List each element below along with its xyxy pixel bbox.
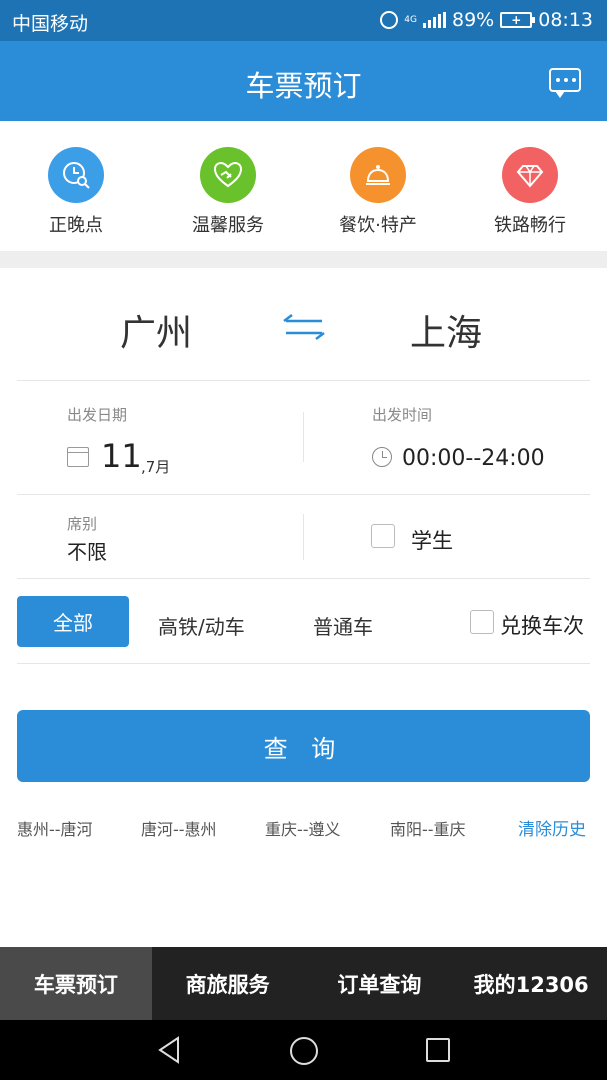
student-label[interactable]: 学生 (411, 525, 453, 555)
diamond-icon (502, 147, 558, 203)
history-item[interactable]: 南阳--重庆 (390, 816, 466, 840)
system-nav-bar (0, 1020, 607, 1080)
status-bar: 中国移动 4G 89% + 08:13 (0, 0, 607, 41)
route-selector: 广州 上海 (0, 268, 607, 380)
alarm-icon (380, 11, 399, 29)
tab-my-12306[interactable]: 我的12306 (455, 947, 607, 1020)
bottom-nav: 车票预订 商旅服务 订单查询 我的12306 (0, 947, 607, 1020)
battery-percent: 89% (452, 9, 495, 31)
filter-all-button[interactable]: 全部 (17, 596, 129, 647)
time-label: 出发时间 (372, 406, 433, 424)
seat-label: 席别 (67, 515, 98, 533)
from-city[interactable]: 广州 (120, 304, 192, 356)
query-button[interactable]: 查 询 (17, 710, 590, 782)
exchange-label[interactable]: 兑换车次 (500, 610, 584, 640)
history-item[interactable]: 惠州--唐河 (17, 816, 93, 840)
quick-link-railway[interactable]: 铁路畅行 (455, 147, 605, 237)
tab-ticket-booking[interactable]: 车票预订 (0, 947, 152, 1020)
clock-time: 08:13 (538, 9, 593, 31)
divider (303, 514, 304, 560)
date-day[interactable]: 11 (101, 437, 142, 475)
battery-icon: + (500, 12, 536, 28)
history-item[interactable]: 重庆--遵义 (265, 816, 341, 840)
time-range[interactable]: 00:00--24:00 (402, 446, 545, 471)
quick-link-label: 正晚点 (49, 215, 103, 236)
student-checkbox[interactable] (371, 524, 395, 548)
quick-link-label: 铁路畅行 (494, 215, 566, 236)
quick-links: 正晚点 温馨服务 餐饮·特产 铁路畅行 (0, 121, 607, 251)
clock-icon (372, 447, 392, 467)
filter-high-speed[interactable]: 高铁/动车 (158, 611, 245, 640)
to-city[interactable]: 上海 (410, 304, 482, 356)
title-bar: 车票预订 (0, 41, 607, 121)
divider (17, 380, 590, 381)
history-item[interactable]: 唐河--惠州 (141, 816, 217, 840)
quick-link-service[interactable]: 温馨服务 (153, 147, 303, 237)
back-icon[interactable] (156, 1036, 182, 1064)
divider (17, 494, 590, 495)
seat-value[interactable]: 不限 (67, 536, 107, 565)
clear-history-link[interactable]: 清除历史 (518, 815, 586, 840)
date-label: 出发日期 (67, 406, 128, 424)
recent-apps-icon[interactable] (426, 1038, 450, 1062)
quick-link-label: 餐饮·特产 (339, 215, 417, 236)
carrier-name: 中国移动 (12, 13, 89, 35)
clock-search-icon (48, 147, 104, 203)
divider (17, 578, 590, 579)
tab-order-query[interactable]: 订单查询 (304, 947, 456, 1020)
chat-bubble-icon[interactable] (549, 68, 581, 98)
signal-icon (423, 12, 446, 28)
quick-link-delay[interactable]: 正晚点 (1, 147, 151, 237)
date-month[interactable]: ,7月 (141, 456, 170, 477)
divider (17, 663, 590, 664)
quick-link-label: 温馨服务 (192, 215, 264, 236)
quick-link-food[interactable]: 餐饮·特产 (303, 147, 453, 237)
section-divider (0, 251, 607, 268)
home-icon[interactable] (290, 1037, 318, 1065)
network-type: 4G (404, 14, 417, 25)
swap-arrows-icon[interactable] (278, 312, 330, 342)
page-title: 车票预订 (245, 69, 362, 103)
tab-business-travel[interactable]: 商旅服务 (152, 947, 304, 1020)
exchange-checkbox[interactable] (470, 610, 494, 634)
calendar-icon (67, 447, 89, 467)
heart-hands-icon (200, 147, 256, 203)
filter-regular[interactable]: 普通车 (313, 611, 373, 640)
divider (303, 412, 304, 462)
food-cloche-icon (350, 147, 406, 203)
status-icons: 4G 89% + 08:13 (380, 9, 593, 31)
